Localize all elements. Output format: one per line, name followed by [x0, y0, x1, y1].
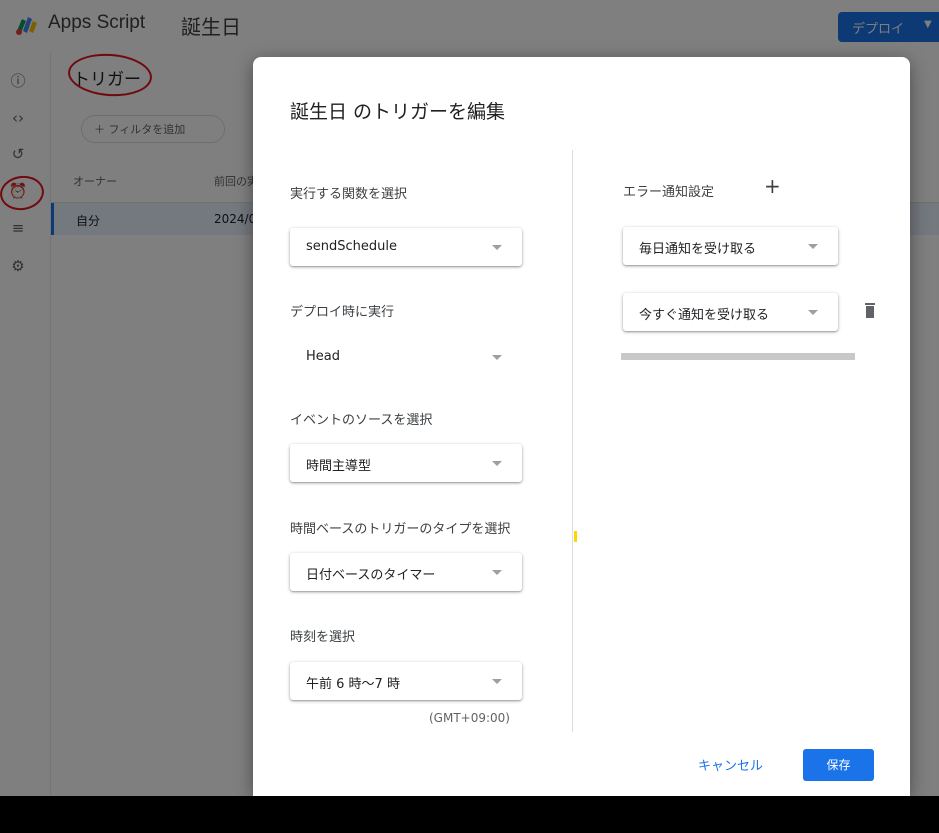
dropdown-arrow-icon [808, 310, 818, 315]
function-label: 実行する関数を選択 [290, 187, 408, 202]
edit-trigger-dialog: 誕生日 のトリガーを編集 実行する関数を選択 sendSchedule デプロイ… [253, 57, 910, 796]
notify-daily-select[interactable]: 毎日通知を受け取る [623, 227, 838, 265]
time-select-value: 午前 6 時～7 時 [306, 677, 400, 692]
timer-type-select-value: 日付ベースのタイマー [306, 568, 436, 583]
dropdown-arrow-icon [492, 461, 502, 466]
deployment-label: デプロイ時に実行 [290, 305, 395, 320]
function-select-value: sendSchedule [306, 239, 397, 254]
deployment-select-value: Head [306, 349, 340, 364]
event-source-select-value: 時間主導型 [306, 459, 372, 474]
dropdown-arrow-icon [492, 355, 502, 360]
add-icon[interactable]: + [764, 176, 781, 196]
trash-icon[interactable] [865, 303, 875, 318]
dropdown-arrow-icon [492, 679, 502, 684]
event-source-label: イベントのソースを選択 [290, 413, 433, 428]
notify-immediate-select-value: 今すぐ通知を受け取る [639, 308, 770, 323]
function-select[interactable]: sendSchedule [290, 228, 522, 266]
cancel-button[interactable]: キャンセル [698, 755, 763, 774]
dialog-title: 誕生日 のトリガーを編集 [290, 101, 506, 123]
error-notification-label: エラー通知設定 [623, 185, 715, 200]
timezone-label: (GMT+09:00) [429, 711, 510, 725]
dropdown-arrow-icon [492, 570, 502, 575]
timer-type-label: 時間ベースのトリガーのタイプを選択 [290, 522, 511, 537]
dropdown-arrow-icon [808, 244, 818, 249]
dropdown-arrow-icon [492, 245, 502, 250]
save-button[interactable]: 保存 [803, 749, 874, 781]
horizontal-scrollbar[interactable] [621, 353, 855, 360]
event-source-select[interactable]: 時間主導型 [290, 444, 522, 482]
timer-type-select[interactable]: 日付ベースのタイマー [290, 553, 522, 591]
deployment-select[interactable]: Head [290, 338, 522, 376]
notify-immediate-select[interactable]: 今すぐ通知を受け取る [623, 293, 838, 331]
column-divider [572, 150, 573, 732]
yellow-marker [574, 531, 577, 542]
time-select[interactable]: 午前 6 時～7 時 [290, 662, 522, 700]
time-label: 時刻を選択 [290, 630, 356, 645]
notify-daily-select-value: 毎日通知を受け取る [639, 242, 757, 257]
